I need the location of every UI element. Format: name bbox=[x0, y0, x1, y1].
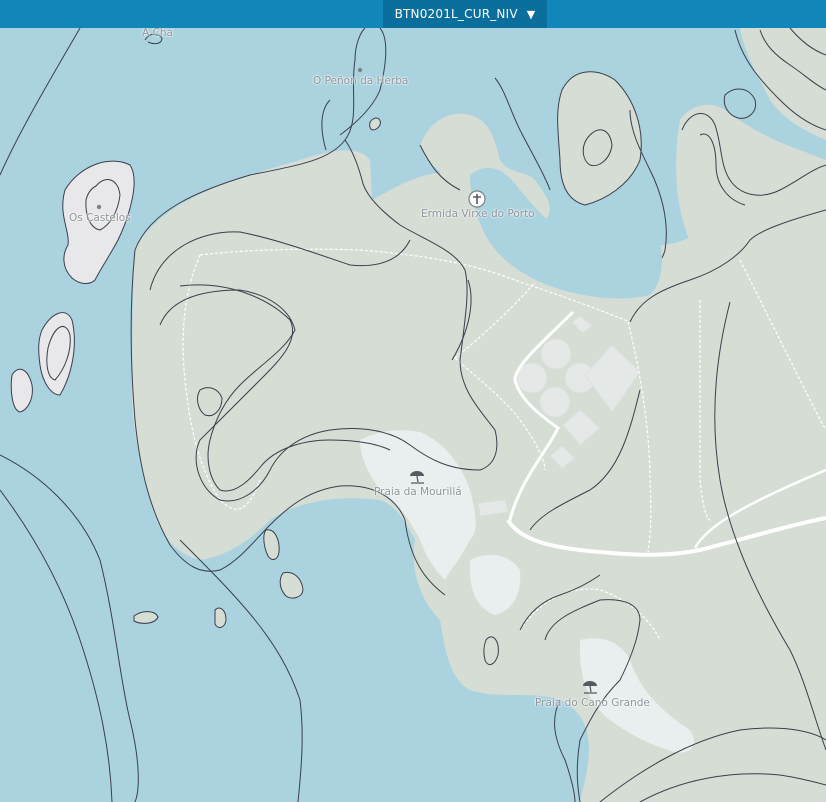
label-praia-da-mourilla: Praia da Mourillá bbox=[374, 486, 462, 498]
label-ermida-virxe-do-porto: Ermida Virxe do Porto bbox=[421, 208, 535, 220]
map-canvas[interactable] bbox=[0, 0, 826, 802]
chevron-down-icon: ▼ bbox=[526, 7, 536, 21]
label-praia-do-cano-grande: Praia do Cano Grande bbox=[535, 697, 650, 709]
label-a-cha: A Chá bbox=[142, 27, 173, 39]
islet-6 bbox=[483, 636, 499, 666]
islet-4 bbox=[214, 607, 227, 628]
layer-select-value: BTN0201L_CUR_NIV bbox=[394, 7, 518, 21]
peak-dot-icon bbox=[96, 204, 102, 210]
peak-dot-icon bbox=[357, 67, 363, 73]
islet-3 bbox=[133, 611, 159, 624]
layer-select-dropdown[interactable]: BTN0201L_CUR_NIV ▼ bbox=[383, 0, 547, 28]
top-toolbar: BTN0201L_CUR_NIV ▼ bbox=[0, 0, 826, 28]
label-os-castelos: Os Castelos bbox=[69, 212, 131, 224]
label-penon-da-herba: O Peñón da Herba bbox=[313, 75, 409, 87]
chapel-icon[interactable] bbox=[468, 190, 486, 208]
